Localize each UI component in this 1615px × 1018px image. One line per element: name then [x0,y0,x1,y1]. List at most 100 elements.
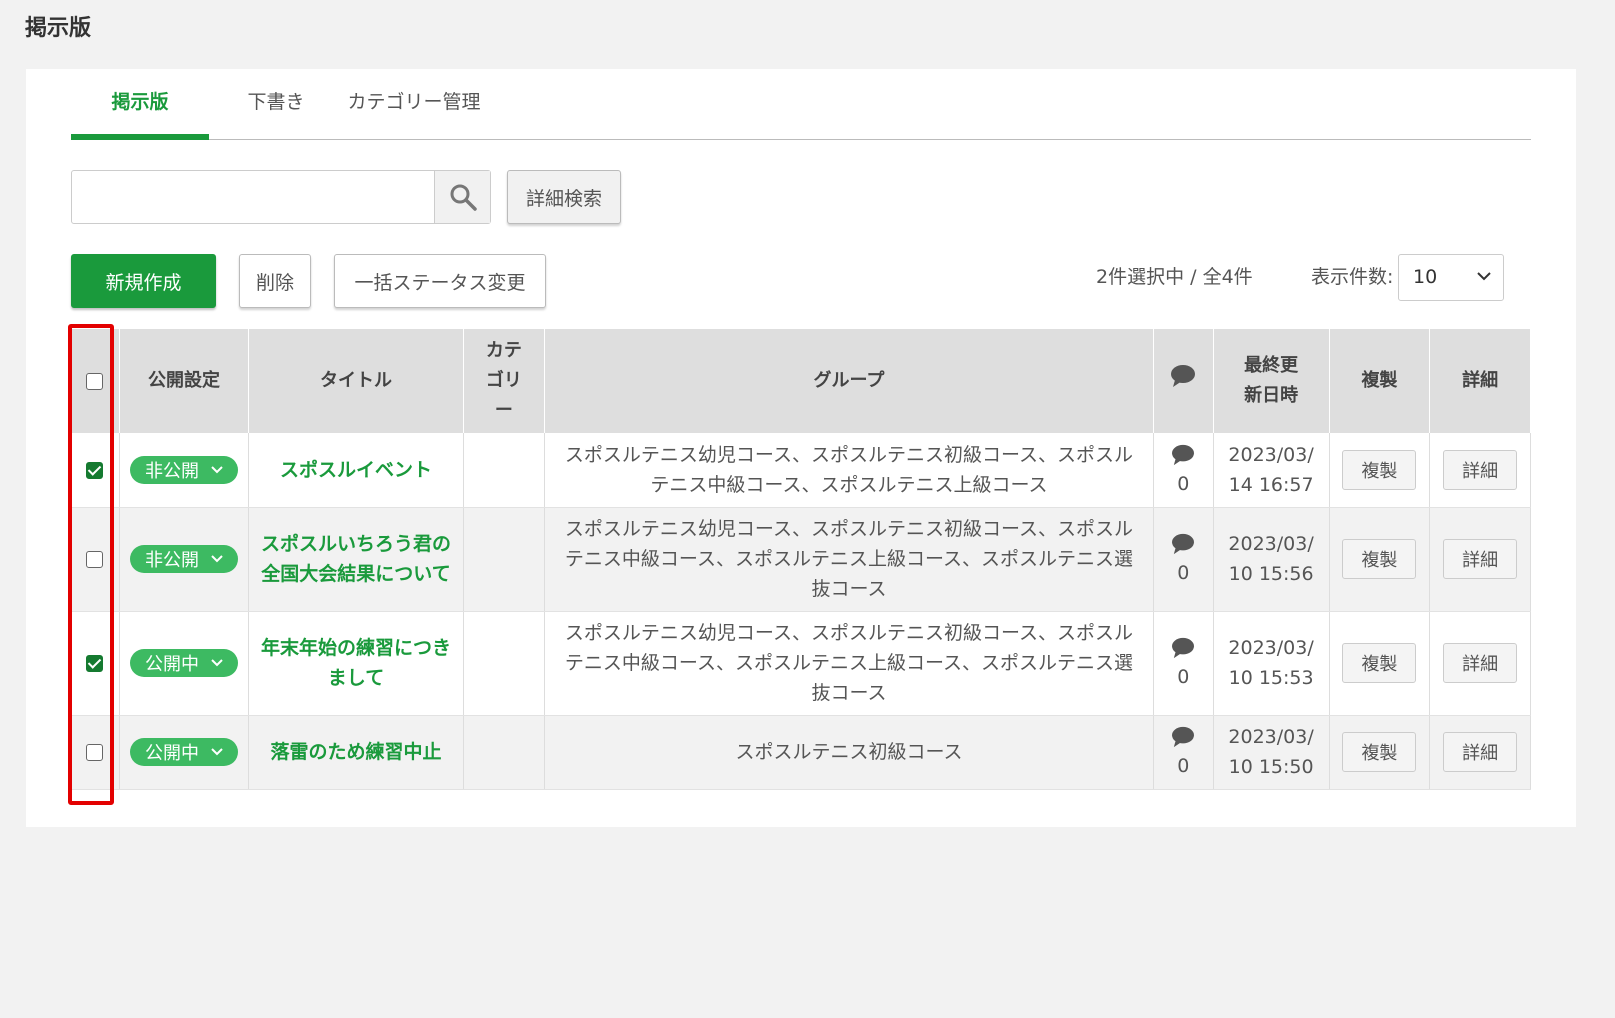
title-cell: 年末年始の練習につきまして [248,611,464,716]
header-updated: 最終更新日時 [1213,329,1330,433]
main-panel: 掲示版 下書き カテゴリー管理 詳細検索 新規作成 削除 一括ステータス変更 2… [26,69,1576,827]
per-page-select[interactable]: 10 [1398,254,1504,301]
chevron-down-icon [211,466,223,474]
row-select-cell [71,611,120,716]
updated-time: 10 15:50 [1228,756,1314,778]
updated-time: 10 15:53 [1228,667,1314,689]
header-select-all [71,329,120,433]
detail-button[interactable]: 詳細 [1443,643,1518,683]
detail-cell: 詳細 [1429,433,1531,508]
comment-count: 0 [1177,666,1190,688]
tab-category-management[interactable]: カテゴリー管理 [339,87,489,137]
status-label: 公開中 [144,743,199,764]
detail-button[interactable]: 詳細 [1443,732,1518,772]
comment-count: 0 [1177,562,1190,584]
header-category: カテゴリー [463,329,545,433]
header-comments [1153,329,1214,433]
group-cell: スポスルテニス幼児コース、スポスルテニス初級コース、スポスルテニス中級コース、ス… [544,433,1155,508]
status-dropdown[interactable]: 非公開 [129,455,238,484]
bulk-status-change-button[interactable]: 一括ステータス変更 [334,254,546,308]
updated-date: 2023/03/ [1228,637,1314,659]
group-cell: スポスルテニス初級コース [544,715,1155,790]
row-checkbox[interactable] [86,551,104,568]
comment-icon [1172,533,1195,555]
row-select-cell [71,507,120,612]
header-title: タイトル [248,329,464,433]
chevron-down-icon [211,748,223,756]
detail-button[interactable]: 詳細 [1443,449,1518,490]
status-dropdown[interactable]: 公開中 [129,738,238,766]
row-checkbox[interactable] [86,744,104,761]
table-header-row: 公開設定 タイトル カテゴリー グループ 最終更新日時 複製 詳細 [71,329,1531,433]
status-dropdown[interactable]: 非公開 [129,545,238,573]
category-cell [463,611,545,716]
search-box [71,170,491,224]
group-text: スポスルテニス幼児コース、スポスルテニス初級コース、スポスルテニス中級コース、ス… [564,622,1134,704]
comment-cell: 0 [1153,611,1214,716]
selection-count: 2件選択中 / 全4件 [1096,266,1253,288]
updated-cell: 2023/03/14 16:57 [1213,433,1330,508]
comment-cell: 0 [1153,433,1214,508]
post-title-link[interactable]: スポスルいちろう君の全国大会結果について [249,529,463,589]
tab-drafts[interactable]: 下書き [236,87,316,137]
detail-button[interactable]: 詳細 [1443,539,1518,579]
per-page-value: 10 [1413,266,1438,288]
updated-time: 14 16:57 [1228,473,1314,496]
chevron-down-icon [211,659,223,667]
comment-count: 0 [1177,755,1190,777]
duplicate-cell: 複製 [1329,715,1431,790]
comment-cell: 0 [1153,715,1214,790]
tab-board[interactable]: 掲示版 [71,87,209,140]
duplicate-cell: 複製 [1329,433,1431,508]
post-title-link[interactable]: 年末年始の練習につきまして [249,633,463,693]
row-checkbox[interactable] [86,461,104,479]
page-title: 掲示版 [25,16,92,41]
updated-cell: 2023/03/10 15:53 [1213,611,1330,716]
per-page-label: 表示件数: [1311,266,1394,288]
comment-icon [1172,637,1195,659]
publish-cell: 公開中 [119,715,250,790]
select-all-checkbox[interactable] [86,372,104,390]
duplicate-button[interactable]: 複製 [1342,643,1417,683]
comment-icon [1172,444,1195,465]
table-row: 非公開 スポスルいちろう君の全国大会結果について スポスルテニス幼児コース、スポスル… [71,507,1531,612]
duplicate-button[interactable]: 複製 [1342,539,1417,579]
group-cell: スポスルテニス幼児コース、スポスルテニス初級コース、スポスルテニス中級コース、ス… [544,611,1155,716]
status-dropdown[interactable]: 公開中 [129,649,238,677]
title-cell: スポスルいちろう君の全国大会結果について [248,507,464,612]
comment-cell: 0 [1153,507,1214,612]
duplicate-button[interactable]: 複製 [1342,449,1417,490]
delete-button[interactable]: 削除 [239,254,311,308]
table-row: 公開中 落雷のため練習中止 スポスルテニス初級コース 0 2023/03/10 15:5… [71,715,1531,790]
category-cell [463,433,545,508]
row-select-cell [71,715,120,790]
header-detail: 詳細 [1429,329,1531,433]
row-select-cell [71,433,120,508]
comment-count: 0 [1177,472,1190,495]
search-button[interactable] [434,171,490,223]
updated-time: 10 15:56 [1228,563,1314,585]
status-label: 非公開 [144,550,199,571]
post-title-link[interactable]: スポスルイベント [270,455,442,485]
create-new-button[interactable]: 新規作成 [71,254,216,308]
updated-date: 2023/03/ [1228,533,1314,555]
updated-cell: 2023/03/10 15:56 [1213,507,1330,612]
group-text: スポスルテニス幼児コース、スポスルテニス初級コース、スポスルテニス中級コース、ス… [564,518,1134,600]
header-group: グループ [544,329,1155,433]
group-cell: スポスルテニス幼児コース、スポスルテニス初級コース、スポスルテニス中級コース、ス… [544,507,1155,612]
header-publish: 公開設定 [119,329,250,433]
publish-cell: 公開中 [119,611,250,716]
advanced-search-button[interactable]: 詳細検索 [507,170,621,224]
row-checkbox[interactable] [86,655,104,672]
post-title-link[interactable]: 落雷のため練習中止 [260,737,451,767]
group-text: スポスルテニス初級コース [735,741,963,763]
duplicate-button[interactable]: 複製 [1342,732,1417,772]
posts-table: 公開設定 タイトル カテゴリー グループ 最終更新日時 複製 詳細 非公開スポス… [71,329,1531,790]
detail-cell: 詳細 [1429,715,1531,790]
publish-cell: 非公開 [119,507,250,612]
detail-cell: 詳細 [1429,507,1531,612]
title-cell: スポスルイベント [248,433,464,508]
title-cell: 落雷のため練習中止 [248,715,464,790]
status-label: 非公開 [144,460,199,482]
search-input[interactable] [72,171,436,223]
